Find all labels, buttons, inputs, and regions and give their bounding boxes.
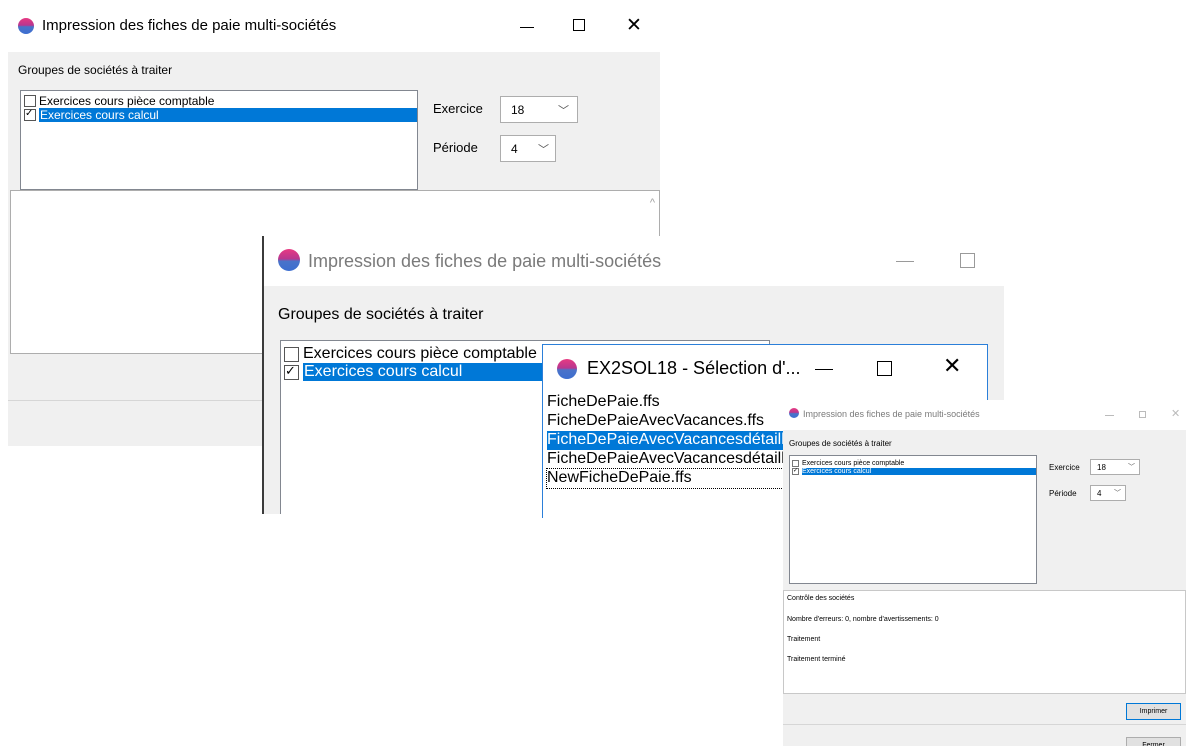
company-group-list[interactable]: Exercices cours pièce comptable Exercice… <box>789 455 1037 584</box>
file-item[interactable]: FicheDePaieAvecVacancesdétaillé <box>547 450 787 469</box>
app-logo-icon <box>557 359 577 379</box>
list-item-label: Exercices cours calcul <box>802 467 1036 475</box>
periode-value: 4 <box>1097 488 1102 498</box>
chevron-down-icon: ﹀ <box>558 103 569 117</box>
minimize-icon[interactable] <box>896 261 914 262</box>
group-label: Groupes de sociétés à traiter <box>278 306 484 323</box>
checkbox-checked[interactable] <box>792 467 799 475</box>
exercice-select[interactable]: 18 ﹀ <box>1090 459 1140 475</box>
main-window-front: Impression des fiches de paie multi-soci… <box>783 400 1186 746</box>
file-item[interactable]: FicheDePaie.ffs <box>547 393 662 412</box>
group-label: Groupes de sociétés à traiter <box>18 63 173 77</box>
periode-label: Période <box>1049 489 1077 498</box>
title-bar[interactable]: Impression des fiches de paie multi-soci… <box>8 0 660 52</box>
separator <box>783 724 1186 725</box>
chevron-down-icon: ﹀ <box>1114 489 1121 497</box>
checkbox[interactable] <box>792 459 799 467</box>
maximize-icon[interactable] <box>573 19 585 31</box>
close-button[interactable]: Fermer <box>1126 737 1181 746</box>
chevron-down-icon: ﹀ <box>1128 463 1135 471</box>
periode-select[interactable]: 4 ﹀ <box>1090 485 1126 501</box>
log-line: Nombre d'erreurs: 0, nombre d'avertissem… <box>787 616 939 623</box>
list-item-label: Exercices cours pièce comptable <box>39 94 215 108</box>
checkbox-checked[interactable] <box>284 364 299 380</box>
log-line: Traitement terminé <box>787 656 846 663</box>
exercice-label: Exercice <box>433 101 483 116</box>
maximize-icon[interactable] <box>1139 411 1146 418</box>
minimize-icon[interactable] <box>1105 415 1114 416</box>
checkbox-checked[interactable] <box>24 108 36 121</box>
exercice-label: Exercice <box>1049 463 1080 472</box>
app-logo-icon <box>278 249 300 271</box>
print-button[interactable]: Imprimer <box>1126 703 1181 720</box>
title-bar[interactable]: Impression des fiches de paie multi-soci… <box>783 400 1186 430</box>
minimize-icon[interactable] <box>815 369 833 370</box>
checkbox[interactable] <box>284 346 299 362</box>
list-item-selected[interactable]: Exercices cours calcul <box>790 467 1036 475</box>
file-item-selected[interactable]: FicheDePaieAvecVacancesdétaillé <box>547 431 787 450</box>
minimize-icon[interactable] <box>520 27 534 28</box>
window-title: Impression des fiches de paie multi-soci… <box>308 251 662 271</box>
file-item[interactable]: FicheDePaieAvecVacances.ffs <box>547 412 766 431</box>
exercice-select[interactable]: 18 ﹀ <box>500 96 578 123</box>
file-item-focused[interactable]: NewFicheDePaie.ffs <box>546 468 788 489</box>
list-item[interactable]: Exercices cours pièce comptable <box>790 459 1036 467</box>
exercice-value: 18 <box>511 102 525 117</box>
log-line: Traitement <box>787 636 821 643</box>
list-item-label: Exercices cours pièce comptable <box>802 459 905 467</box>
window-title: Impression des fiches de paie multi-soci… <box>42 17 337 34</box>
log-line: Contrôle des sociétés <box>787 595 855 602</box>
log-area: Contrôle des sociétés Nombre d'erreurs: … <box>783 590 1186 694</box>
exercice-value: 18 <box>1097 462 1106 472</box>
group-label: Groupes de sociétés à traiter <box>789 439 892 448</box>
maximize-icon[interactable] <box>960 253 975 268</box>
list-item-label: Exercices cours calcul <box>39 108 417 122</box>
close-icon[interactable]: ✕ <box>626 14 642 36</box>
list-item[interactable]: Exercices cours pièce comptable <box>21 94 417 108</box>
app-logo-icon <box>18 18 34 34</box>
dialog-title-bar[interactable]: EX2SOL18 - Sélection d'... ✕ <box>543 345 987 391</box>
checkbox[interactable] <box>24 95 36 107</box>
periode-select[interactable]: 4 ﹀ <box>500 135 556 162</box>
chevron-down-icon: ﹀ <box>538 142 549 156</box>
window-title: Impression des fiches de paie multi-soci… <box>803 409 980 419</box>
list-item-selected[interactable]: Exercices cours calcul <box>21 108 417 122</box>
app-logo-icon <box>789 408 799 418</box>
scroll-up-icon[interactable]: ^ <box>650 197 655 209</box>
company-group-list[interactable]: Exercices cours pièce comptable Exercice… <box>20 90 418 190</box>
close-icon[interactable]: ✕ <box>1171 407 1180 420</box>
periode-value: 4 <box>511 141 518 156</box>
dialog-title: EX2SOL18 - Sélection d'... <box>587 358 801 378</box>
maximize-icon[interactable] <box>877 361 892 376</box>
title-bar[interactable]: Impression des fiches de paie multi-soci… <box>264 236 1004 286</box>
list-item-label: Exercices cours pièce comptable <box>303 345 537 362</box>
periode-label: Période <box>433 140 478 155</box>
close-icon[interactable]: ✕ <box>943 354 961 379</box>
